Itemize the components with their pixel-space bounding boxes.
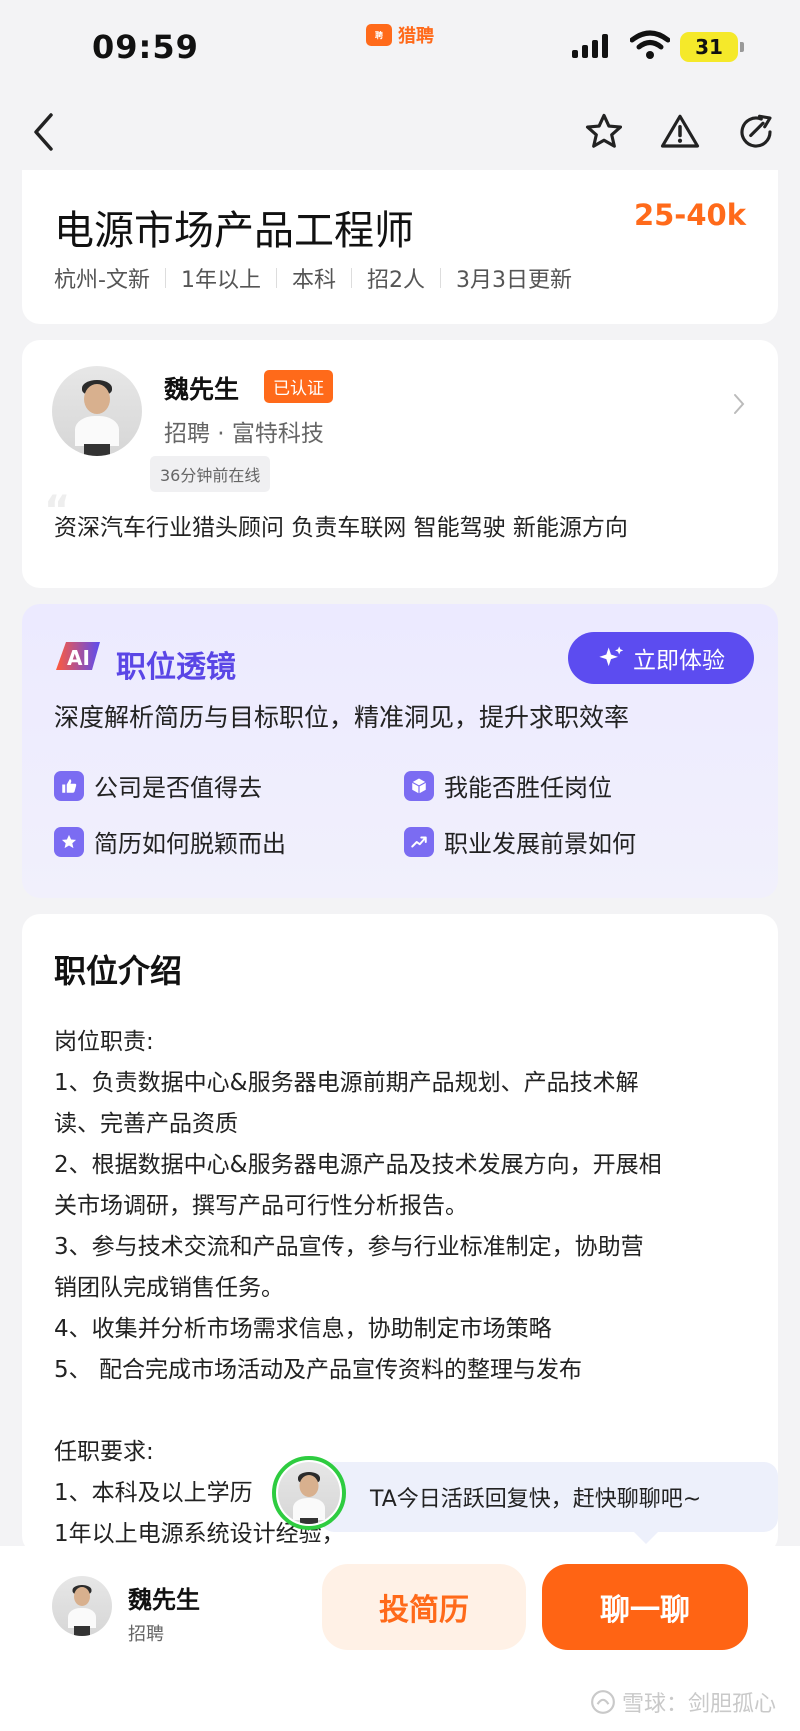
chat-prompt-text: TA今日活跃回复快，赶快聊聊吧~ <box>370 1487 702 1512</box>
feature-label: 简历如何脱颖而出 <box>94 830 286 858</box>
bottom-action-bar: 魏先生 招聘 投简历 聊一聊 雪球：剑胆孤心 <box>0 1546 800 1731</box>
tag-divider <box>275 268 277 288</box>
recruiter-avatar-small <box>278 1462 340 1524</box>
description-line <box>54 1391 744 1432</box>
ai-lens-title: 职位透镜 <box>116 650 236 685</box>
thumbs-up-icon <box>54 770 84 801</box>
job-intro-title: 职位介绍 <box>54 952 183 990</box>
ai-logo-icon: AI <box>56 642 100 670</box>
feature-label: 公司是否值得去 <box>94 774 262 802</box>
feature-job-fit[interactable]: 我能否胜任岗位 <box>404 768 612 803</box>
battery-icon: 31 <box>680 32 744 62</box>
share-icon <box>740 114 772 148</box>
bottom-recruiter-role: 招聘 <box>128 1624 164 1645</box>
feature-label: 我能否胜任岗位 <box>444 774 612 802</box>
feature-company-worth[interactable]: 公司是否值得去 <box>54 768 262 803</box>
app-logo-icon: 聘 <box>366 24 392 46</box>
feature-career-prospect[interactable]: 职业发展前景如何 <box>404 824 636 859</box>
tag-headcount: 招2人 <box>366 268 425 293</box>
description-line: 读、完善产品资质 <box>54 1111 238 1137</box>
back-arrow-icon <box>34 113 53 151</box>
star-icon <box>585 113 623 148</box>
status-bar: 09:59 聘 猎聘 31 <box>0 0 800 96</box>
xueqiu-logo-icon <box>591 1690 615 1714</box>
favorite-button[interactable] <box>578 106 630 158</box>
recruiter-card[interactable]: 魏先生 已认证 招聘 · 富特科技 36分钟前在线 “ 资深汽车行业猎头顾问 负… <box>22 340 778 588</box>
salary: 25-40k <box>633 198 746 232</box>
verified-badge: 已认证 <box>264 370 333 403</box>
tag-updated: 3月3日更新 <box>455 268 572 293</box>
star-badge-icon <box>54 826 84 857</box>
bubble-avatar[interactable] <box>272 1456 346 1530</box>
warning-icon <box>660 114 700 148</box>
battery-level: 31 <box>695 35 723 59</box>
submit-resume-button[interactable]: 投简历 <box>322 1564 526 1650</box>
feature-resume-standout[interactable]: 简历如何脱颖而出 <box>54 824 286 859</box>
ai-lens-card: AI 职位透镜 立即体验 深度解析简历与目标职位，精准洞见，提升求职效率 公司是… <box>22 604 778 898</box>
description-line: 岗位职责: <box>54 1029 154 1055</box>
bottom-recruiter-name: 魏先生 <box>128 1586 200 1614</box>
recruiter-company: 招聘 · 富特科技 <box>164 421 324 447</box>
online-status: 36分钟前在线 <box>150 456 271 492</box>
tag-location: 杭州-文新 <box>54 268 150 293</box>
try-now-button[interactable]: 立即体验 <box>568 632 754 684</box>
wifi-icon <box>630 30 670 59</box>
description-line: 2、根据数据中心&服务器电源产品及技术发展方向，开展相 <box>54 1152 662 1178</box>
recruiter-avatar <box>52 366 142 456</box>
tag-divider <box>439 268 441 288</box>
chat-prompt-bubble[interactable]: TA今日活跃回复快，赶快聊聊吧~ <box>320 1462 778 1544</box>
tag-education: 本科 <box>291 268 336 293</box>
job-intro-card: 职位介绍 岗位职责: 1、负责数据中心&服务器电源前期产品规划、产品技术解 读、… <box>22 914 778 1554</box>
cellular-signal-icon <box>572 34 608 58</box>
ai-lens-description: 深度解析简历与目标职位，精准洞见，提升求职效率 <box>54 703 630 732</box>
report-button[interactable] <box>654 106 706 158</box>
description-line: 1、负责数据中心&服务器电源前期产品规划、产品技术解 <box>54 1070 639 1096</box>
description-line: 关市场调研，撰写产品可行性分析报告。 <box>54 1193 468 1219</box>
chevron-right-icon <box>734 394 745 414</box>
tag-divider <box>350 268 352 288</box>
job-tags: 杭州-文新 1年以上 本科 招2人 3月3日更新 <box>54 262 572 294</box>
job-title: 电源市场产品工程师 <box>54 208 414 254</box>
recruiter-intro: 资深汽车行业猎头顾问 负责车联网 智能驾驶 新能源方向 <box>54 515 628 541</box>
svg-text:AI: AI <box>67 646 90 670</box>
watermark-text: 雪球：剑胆孤心 <box>621 1692 776 1717</box>
chat-button[interactable]: 聊一聊 <box>542 1564 748 1650</box>
app-name: 猎聘 <box>398 26 434 47</box>
app-badge: 聘 猎聘 <box>366 22 434 48</box>
description-line: 5、 配合完成市场活动及产品宣传资料的整理与发布 <box>54 1357 582 1383</box>
sparkle-icon <box>599 646 624 667</box>
description-line: 3、参与技术交流和产品宣传，参与行业标准制定，协助营 <box>54 1234 644 1260</box>
feature-label: 职业发展前景如何 <box>444 830 636 858</box>
back-button[interactable] <box>18 106 70 158</box>
description-line: 销团队完成销售任务。 <box>54 1275 284 1301</box>
cube-icon <box>404 770 434 801</box>
bottom-recruiter-avatar <box>52 1576 112 1636</box>
top-nav <box>0 96 800 168</box>
tag-divider <box>164 268 166 288</box>
trend-up-icon <box>404 826 434 857</box>
watermark: 雪球：剑胆孤心 <box>590 1686 776 1718</box>
job-header-card: 电源市场产品工程师 25-40k 杭州-文新 1年以上 本科 招2人 3月3日更… <box>22 170 778 324</box>
recruiter-name: 魏先生 <box>164 375 240 404</box>
tag-experience: 1年以上 <box>180 268 261 293</box>
status-time: 09:59 <box>92 28 199 66</box>
description-line: 4、收集并分析市场需求信息，协助制定市场策略 <box>54 1316 552 1342</box>
try-now-label: 立即体验 <box>633 648 725 674</box>
share-button[interactable] <box>730 106 782 158</box>
